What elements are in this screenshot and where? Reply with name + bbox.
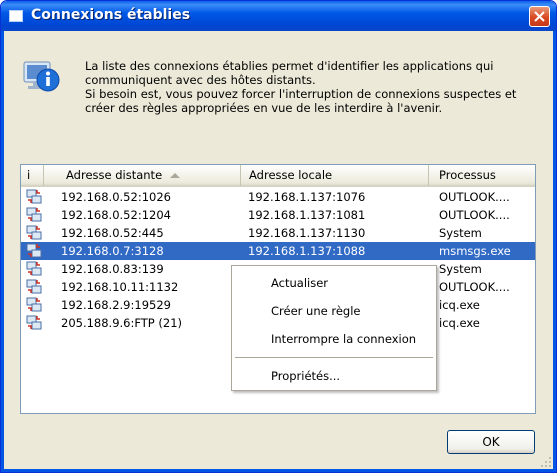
menu-item-create-rule[interactable]: Créer une règle bbox=[233, 300, 435, 322]
remote-address: 192.168.0.52:1204 bbox=[61, 208, 171, 222]
process-name: System bbox=[439, 262, 482, 276]
menu-item-refresh[interactable]: Actualiser bbox=[233, 272, 435, 294]
window-icon bbox=[9, 10, 23, 22]
close-button[interactable] bbox=[529, 6, 550, 27]
process-name: icq.exe bbox=[439, 298, 480, 312]
remote-address: 192.168.0.52:445 bbox=[61, 226, 164, 240]
network-connection-icon bbox=[26, 279, 42, 294]
local-address: 192.168.1.137:1081 bbox=[248, 208, 366, 222]
title-bar[interactable]: Connexions établies bbox=[1, 1, 556, 31]
remote-address: 192.168.2.9:19529 bbox=[61, 298, 171, 312]
sort-ascending-icon bbox=[170, 173, 181, 178]
info-icon bbox=[23, 61, 60, 92]
column-header-label: Adresse distante bbox=[66, 168, 163, 182]
menu-item-properties[interactable]: Propriétés... bbox=[233, 365, 435, 387]
ok-button[interactable]: OK bbox=[447, 430, 535, 454]
table-row-selected[interactable]: 192.168.0.7:3128 192.168.1.137:1088 msms… bbox=[21, 242, 535, 260]
info-description: La liste des connexions établies permet … bbox=[85, 59, 545, 115]
remote-address: 192.168.0.7:3128 bbox=[61, 244, 164, 258]
column-header-local[interactable]: Adresse locale bbox=[241, 165, 429, 186]
process-name: icq.exe bbox=[439, 316, 480, 330]
column-header-remote[interactable]: Adresse distante bbox=[44, 165, 241, 186]
table-header: i Adresse distante Adresse locale Proces… bbox=[21, 165, 535, 187]
info-line: créer des règles appropriées en vue de l… bbox=[85, 101, 443, 115]
remote-address: 192.168.0.52:1026 bbox=[61, 190, 171, 204]
window-title: Connexions établies bbox=[31, 7, 191, 23]
resize-grip-icon[interactable] bbox=[540, 456, 552, 468]
process-name: OUTLOOK.... bbox=[439, 280, 510, 294]
network-connection-icon bbox=[26, 243, 42, 258]
table-row[interactable]: 192.168.0.52:1204 192.168.1.137:1081 OUT… bbox=[21, 206, 535, 224]
column-header-label: Processus bbox=[439, 168, 496, 182]
network-connection-icon bbox=[26, 315, 42, 330]
menu-item-terminate-connection[interactable]: Interrompre la connexion bbox=[233, 328, 435, 350]
remote-address: 192.168.10.11:1132 bbox=[61, 280, 179, 294]
column-header-process[interactable]: Processus bbox=[429, 165, 535, 186]
close-icon bbox=[534, 11, 545, 22]
network-connection-icon bbox=[26, 261, 42, 276]
window-frame-bottom bbox=[1, 469, 556, 472]
context-menu: Actualiser Créer une règle Interrompre l… bbox=[231, 265, 437, 391]
network-connection-icon bbox=[26, 189, 42, 204]
network-connection-icon bbox=[26, 207, 42, 222]
column-header-label: Adresse locale bbox=[249, 168, 333, 182]
info-line: communiquent avec des hôtes distants. bbox=[85, 73, 316, 87]
column-header-info[interactable]: i bbox=[21, 165, 44, 186]
window-frame-right bbox=[553, 31, 556, 472]
network-connection-icon bbox=[26, 225, 42, 240]
process-name: OUTLOOK.... bbox=[439, 208, 510, 222]
process-name: OUTLOOK.... bbox=[439, 190, 510, 204]
connections-dialog: Connexions établies La liste des connexi… bbox=[0, 0, 557, 473]
local-address: 192.168.1.137:1130 bbox=[248, 226, 366, 240]
local-address: 192.168.1.137:1088 bbox=[248, 244, 366, 258]
network-connection-icon bbox=[26, 297, 42, 312]
remote-address: 205.188.9.6:FTP (21) bbox=[61, 316, 183, 330]
menu-separator bbox=[235, 357, 433, 358]
info-line: Si besoin est, vous pouvez forcer l'inte… bbox=[85, 87, 517, 101]
info-line: La liste des connexions établies permet … bbox=[85, 59, 494, 73]
window-frame-left bbox=[1, 31, 4, 472]
table-row[interactable]: 192.168.0.52:1026 192.168.1.137:1076 OUT… bbox=[21, 188, 535, 206]
table-row[interactable]: 192.168.0.52:445 192.168.1.137:1130 Syst… bbox=[21, 224, 535, 242]
remote-address: 192.168.0.83:139 bbox=[61, 262, 164, 276]
process-name: System bbox=[439, 226, 482, 240]
process-name: msmsgs.exe bbox=[439, 244, 511, 258]
column-header-label: i bbox=[27, 168, 31, 182]
local-address: 192.168.1.137:1076 bbox=[248, 190, 366, 204]
